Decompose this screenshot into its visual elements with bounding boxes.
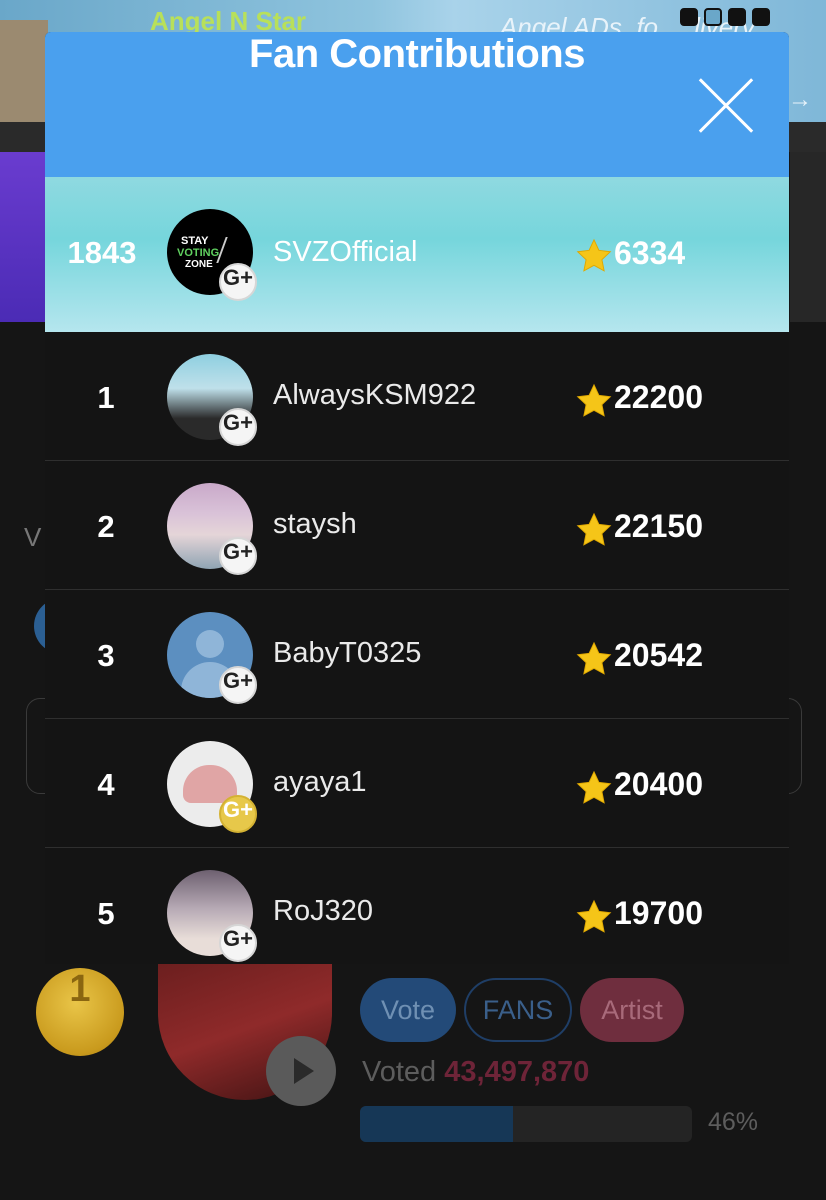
g-plus-badge-icon: G+ — [219, 408, 257, 446]
g-plus-badge-icon: G+ — [219, 795, 257, 833]
rank-number: 3 — [97, 638, 115, 673]
page-dot — [680, 8, 698, 26]
medal-rank: 1 — [69, 968, 91, 1010]
star-icon — [576, 770, 612, 804]
username[interactable]: staysh — [273, 508, 357, 541]
modal-title: Fan Contributions — [249, 32, 585, 76]
my-username[interactable]: SVZOfficial — [273, 236, 418, 269]
page-dot — [752, 8, 770, 26]
score: 22200 — [614, 379, 703, 415]
close-icon[interactable] — [699, 78, 753, 132]
g-plus-badge-icon: G+ — [219, 666, 257, 704]
banner-page-dots — [680, 8, 770, 26]
signature-mark — [216, 237, 246, 263]
background-right-panel — [790, 152, 826, 322]
play-icon[interactable] — [266, 1036, 336, 1106]
modal-header: Fan Contributions — [45, 32, 789, 177]
g-plus-badge-icon: G+ — [219, 263, 257, 301]
ranking-row[interactable]: 4 G+ ayaya1 20400 — [45, 719, 789, 848]
score: 19700 — [614, 895, 703, 931]
fans-button[interactable]: FANS — [464, 978, 572, 1042]
star-icon — [576, 383, 612, 417]
page-dot-active — [704, 8, 722, 26]
g-plus-badge-icon: G+ — [219, 924, 257, 962]
g-plus-badge-icon: G+ — [219, 537, 257, 575]
star-icon — [576, 238, 612, 272]
background-partial-text: V — [24, 522, 42, 552]
my-rank: 1843 — [67, 235, 137, 270]
ranking-row[interactable]: 1 G+ AlwaysKSM922 22200 — [45, 332, 789, 461]
vote-progress-fill — [360, 1106, 513, 1142]
banner-photo — [0, 20, 48, 122]
banner-arrow-icon: → — [788, 86, 812, 113]
score: 22150 — [614, 508, 703, 544]
my-score: 6334 — [614, 235, 686, 271]
background-purple-card — [0, 152, 46, 322]
vote-button[interactable]: Vote — [360, 978, 456, 1042]
score: 20542 — [614, 637, 703, 673]
ranking-row[interactable]: 2 G+ staysh 22150 — [45, 461, 789, 590]
artist-button[interactable]: Artist — [580, 978, 684, 1042]
username[interactable]: AlwaysKSM922 — [273, 379, 476, 412]
username[interactable]: RoJ320 — [273, 895, 373, 928]
rank-number: 2 — [97, 509, 115, 544]
voted-count: 43,497,870 — [444, 1056, 590, 1088]
rank-number: 1 — [97, 380, 115, 415]
rank-number: 5 — [97, 896, 115, 931]
fan-contributions-modal: Fan Contributions 1843 STAY VOTING ZONE … — [45, 32, 789, 964]
my-contribution-row: 1843 STAY VOTING ZONE G+ SVZOfficial 633… — [45, 177, 789, 332]
star-icon — [576, 641, 612, 675]
ranking-row[interactable]: 3 G+ BabyT0325 20542 — [45, 590, 789, 719]
rank-number: 4 — [97, 767, 115, 802]
ranking-row[interactable]: 5 G+ RoJ320 19700 — [45, 848, 789, 964]
star-icon — [576, 512, 612, 546]
vote-progress-bar — [360, 1106, 692, 1142]
username[interactable]: ayaya1 — [273, 766, 367, 799]
username[interactable]: BabyT0325 — [273, 637, 421, 670]
voted-total: Voted 43,497,870 — [362, 1056, 589, 1089]
ranking-list: 1 G+ AlwaysKSM922 22200 2 G+ staysh 2215… — [45, 332, 789, 964]
score: 20400 — [614, 766, 703, 802]
page-dot — [728, 8, 746, 26]
voted-prefix: Voted — [362, 1056, 437, 1088]
star-icon — [576, 899, 612, 933]
vote-progress-percent: 46% — [708, 1108, 759, 1136]
action-buttons: Vote FANS Artist — [360, 978, 684, 1042]
